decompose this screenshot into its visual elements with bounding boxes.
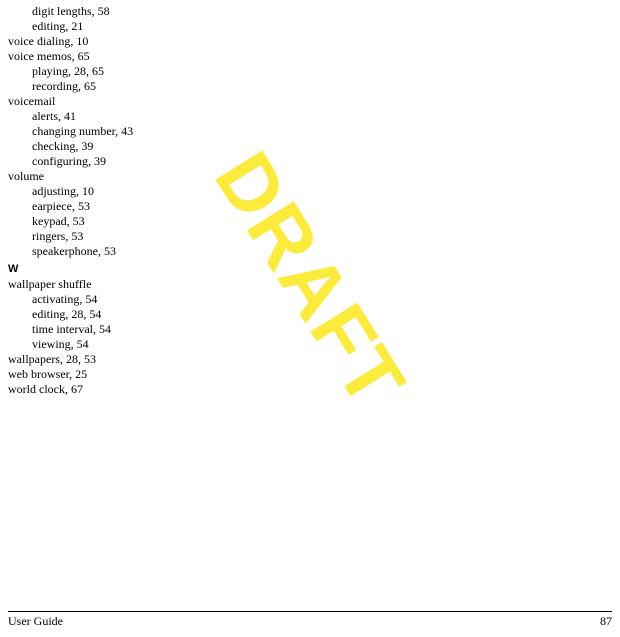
footer-title: User Guide — [8, 614, 63, 629]
index-entry: recording, 65 — [32, 79, 612, 94]
index-entry: voice dialing, 10 — [8, 34, 612, 49]
index-entry: digit lengths, 58 — [32, 4, 612, 19]
index-entry: wallpapers, 28, 53 — [8, 352, 612, 367]
page-number: 87 — [600, 614, 612, 629]
index-entry: web browser, 25 — [8, 367, 612, 382]
index-entry: adjusting, 10 — [32, 184, 612, 199]
index-entry: configuring, 39 — [32, 154, 612, 169]
index-entry: volume — [8, 169, 612, 184]
index-entry: voicemail — [8, 94, 612, 109]
index-entry: checking, 39 — [32, 139, 612, 154]
index-entry: editing, 28, 54 — [32, 307, 612, 322]
index-entry: time interval, 54 — [32, 322, 612, 337]
page: DRAFT digit lengths, 58 editing, 21 voic… — [0, 0, 620, 637]
index-entry: world clock, 67 — [8, 382, 612, 397]
index-entry: speakerphone, 53 — [32, 244, 612, 259]
footer: User Guide 87 — [8, 611, 612, 629]
index-entry: viewing, 54 — [32, 337, 612, 352]
index-entry: alerts, 41 — [32, 109, 612, 124]
index-entry: editing, 21 — [32, 19, 612, 34]
index-entry: voice memos, 65 — [8, 49, 612, 64]
index-entry: wallpaper shuffle — [8, 277, 612, 292]
index-entry: keypad, 53 — [32, 214, 612, 229]
index-entry: playing, 28, 65 — [32, 64, 612, 79]
index-entry: changing number, 43 — [32, 124, 612, 139]
index-entry: ringers, 53 — [32, 229, 612, 244]
index-content: digit lengths, 58 editing, 21 voice dial… — [8, 4, 612, 397]
index-entry: activating, 54 — [32, 292, 612, 307]
index-entry: earpiece, 53 — [32, 199, 612, 214]
index-section-letter: W — [8, 263, 612, 276]
